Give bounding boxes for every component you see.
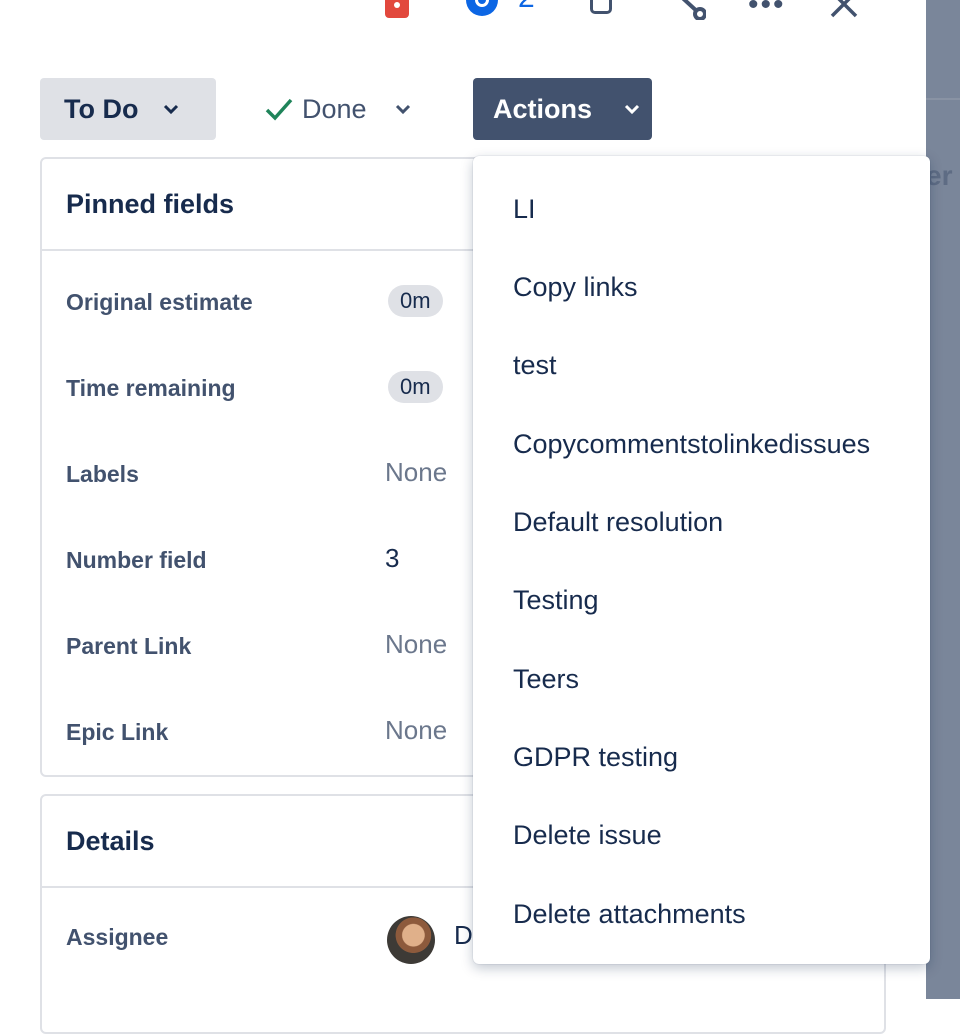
menu-item-teers[interactable]: Teers [513,664,579,695]
menu-item-gdpr-testing[interactable]: GDPR testing [513,742,678,773]
field-label: Epic Link [66,719,169,745]
chevron-down-icon [163,104,179,115]
chevron-down-icon [395,104,411,115]
close-icon[interactable] [828,0,860,20]
modal-backdrop[interactable] [926,0,960,999]
field-label: Original estimate [66,289,253,315]
assignee-name[interactable]: D [454,920,473,951]
share-icon[interactable] [670,0,706,20]
done-transition-button[interactable]: Done [258,78,428,140]
labels-value[interactable]: None [385,457,447,488]
watch-count[interactable]: 2 [518,0,535,15]
watch-icon[interactable] [466,0,498,16]
field-label: Labels [66,461,139,487]
menu-item-copy-comments[interactable]: Copycommentstolinkedissues [513,429,870,460]
field-label: Number field [66,547,207,573]
menu-item-testing[interactable]: Testing [513,585,599,616]
avatar[interactable] [387,916,435,964]
done-label: Done [302,93,367,124]
menu-item-test[interactable]: test [513,350,557,381]
more-icon[interactable]: ••• [748,0,786,20]
status-todo-button[interactable]: To Do [40,78,216,140]
menu-item-delete-issue[interactable]: Delete issue [513,820,662,851]
remaining-chip[interactable]: 0m [388,371,443,403]
field-label: Assignee [66,924,169,950]
status-todo-label: To Do [64,93,139,124]
pinned-fields-title: Pinned fields [66,188,235,219]
field-label: Time remaining [66,375,236,401]
number-value[interactable]: 3 [385,543,399,574]
details-title: Details [66,825,155,856]
check-icon [265,98,293,121]
menu-item-delete-attachments[interactable]: Delete attachments [513,899,746,930]
parent-link-value[interactable]: None [385,629,447,660]
menu-item-default-resolution[interactable]: Default resolution [513,507,723,538]
estimate-chip[interactable]: 0m [388,285,443,317]
field-label: Parent Link [66,633,192,659]
actions-dropdown-menu: LI Copy links test Copycommentstolinkedi… [473,156,930,964]
lock-icon[interactable] [385,0,409,18]
menu-item-copy-links[interactable]: Copy links [513,272,638,303]
epic-link-value[interactable]: None [385,715,447,746]
actions-button[interactable]: Actions [473,78,652,140]
backdrop-divider [926,98,960,100]
chevron-down-icon [624,104,640,115]
actions-label: Actions [493,93,593,124]
copy-icon[interactable] [590,0,612,14]
menu-item-li[interactable]: LI [513,194,536,225]
